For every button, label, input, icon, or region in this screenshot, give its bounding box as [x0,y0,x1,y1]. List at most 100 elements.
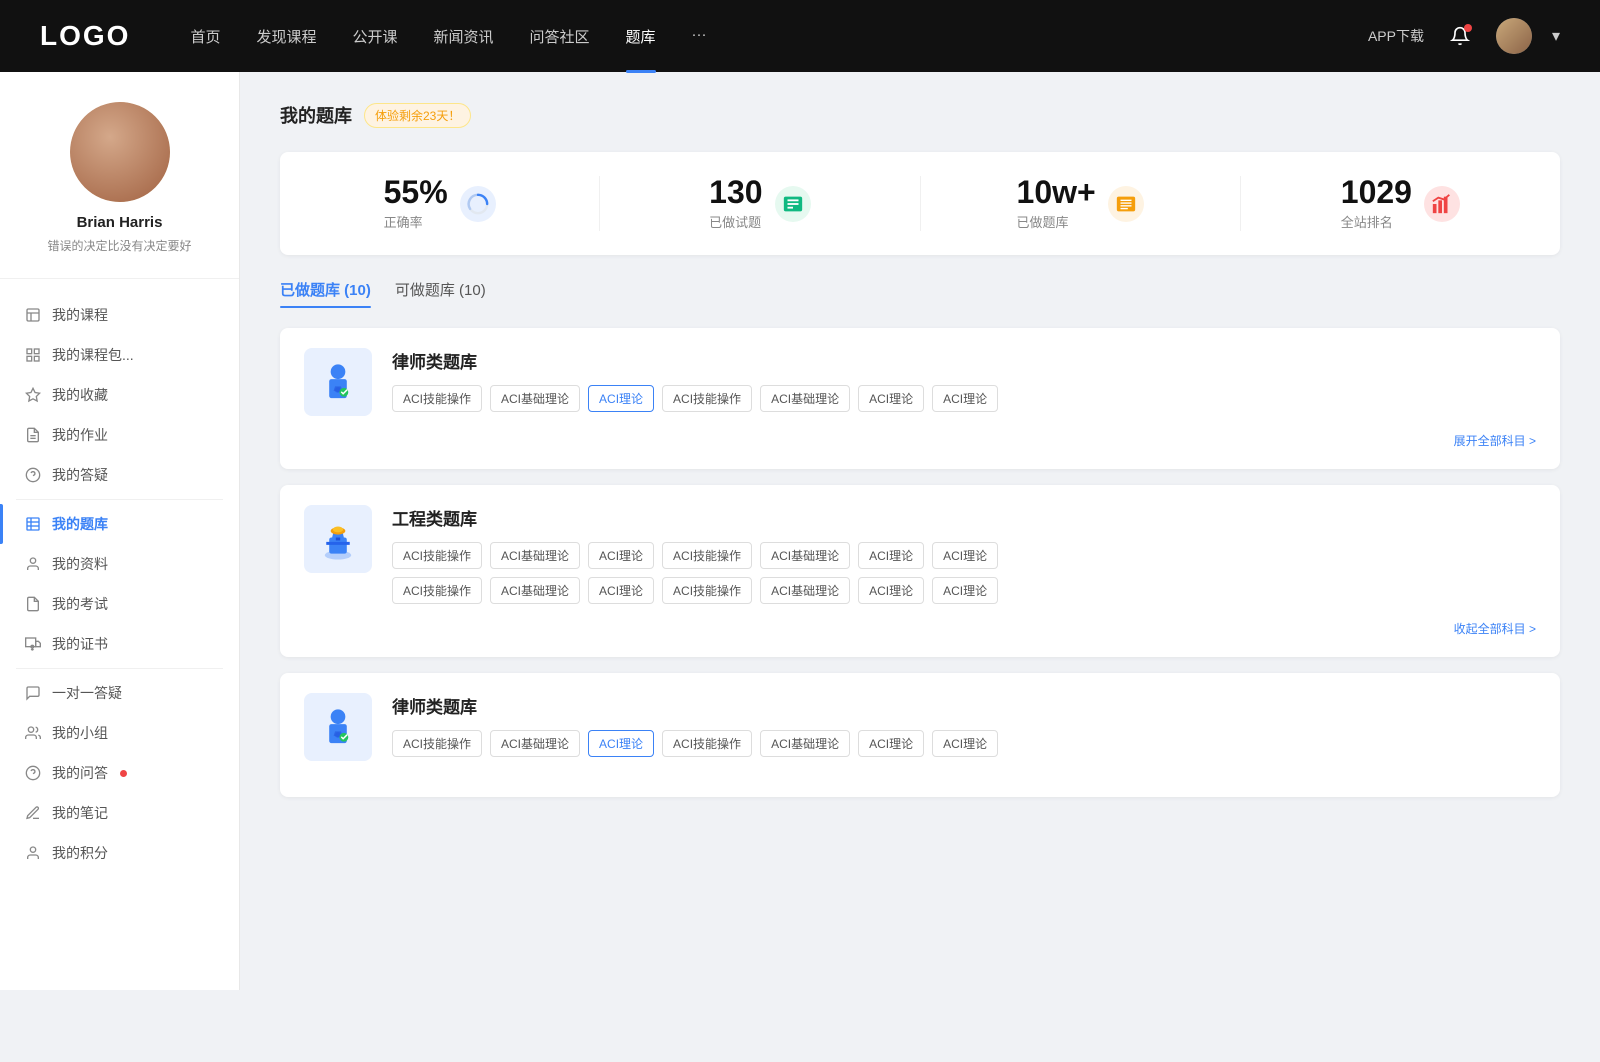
tag-item[interactable]: ACI技能操作 [662,542,752,569]
qa-notification-dot [120,770,127,777]
sidebar-item-notes[interactable]: 我的笔记 [0,793,239,833]
sidebar-divider-2 [16,668,223,669]
sidebar-item-favorites[interactable]: 我的收藏 [0,375,239,415]
question-icon [24,466,42,484]
tag-item[interactable]: ACI理论 [858,730,924,757]
nav-qa[interactable]: 问答社区 [530,26,590,47]
chat-icon [24,684,42,702]
tag-item[interactable]: ACI理论 [932,730,998,757]
tag-item[interactable]: ACI理论 [858,577,924,604]
done-questions-label: 已做试题 [709,212,762,231]
tag-item[interactable]: ACI理论 [588,542,654,569]
engineer-icon [304,505,372,573]
tab-done-banks[interactable]: 已做题库 (10) [280,279,371,308]
collapse-link-1[interactable]: 收起全部科目 > [1454,620,1536,637]
sidebar-label-my-courses: 我的课程 [52,305,108,325]
tag-item[interactable]: ACI基础理论 [760,577,850,604]
notification-bell[interactable] [1444,20,1476,52]
avatar[interactable] [1496,18,1532,54]
course-icon [24,306,42,324]
sidebar-item-certificates[interactable]: 我的证书 [0,624,239,664]
nav-links: 首页 发现课程 公开课 新闻资讯 问答社区 题库 ··· [190,26,1368,47]
sidebar-item-one-on-one[interactable]: 一对一答疑 [0,673,239,713]
nav-home[interactable]: 首页 [190,26,220,47]
tag-item[interactable]: ACI技能操作 [392,577,482,604]
sidebar-user-name: Brian Harris [77,214,163,231]
logo: LOGO [40,20,130,52]
tag-item[interactable]: ACI理论 [932,385,998,412]
tab-bar: 已做题库 (10) 可做题库 (10) [280,279,1560,308]
sidebar-divider-1 [16,499,223,500]
expand-link-1[interactable]: 展开全部科目 > [1454,432,1536,449]
sidebar-item-exams[interactable]: 我的考试 [0,584,239,624]
sidebar-item-course-package[interactable]: 我的课程包... [0,335,239,375]
sidebar-label-certificates: 我的证书 [52,634,108,654]
nav-discover[interactable]: 发现课程 [256,26,316,47]
group-icon [24,724,42,742]
tag-item[interactable]: ACI技能操作 [392,385,482,412]
tag-item[interactable]: ACI基础理论 [760,542,850,569]
tag-item[interactable]: ACI理论 [932,542,998,569]
points-icon [24,844,42,862]
page-title: 我的题库 [280,102,352,128]
done-questions-icon [775,186,811,222]
page-header: 我的题库 体验剩余23天！ [280,102,1560,128]
main-content: 我的题库 体验剩余23天！ 55% 正确率 130 已做试题 [240,72,1600,990]
sidebar-label-question-bank: 我的题库 [52,514,108,534]
sidebar-item-answers[interactable]: 我的答疑 [0,455,239,495]
tag-item[interactable]: ACI理论 [588,577,654,604]
bank-icon [24,515,42,533]
notes-icon [24,804,42,822]
nav-opencourse[interactable]: 公开课 [352,26,397,47]
sidebar-item-question-bank[interactable]: 我的题库 [0,504,239,544]
tag-item[interactable]: ACI技能操作 [662,730,752,757]
page-layout: Brian Harris 错误的决定比没有决定要好 我的课程 我的课程包... [0,72,1600,990]
materials-icon [24,555,42,573]
sidebar-item-points[interactable]: 我的积分 [0,833,239,873]
sidebar-item-homework[interactable]: 我的作业 [0,415,239,455]
tag-item[interactable]: ACI技能操作 [392,730,482,757]
tag-item[interactable]: ACI技能操作 [392,542,482,569]
ranking-number: 1029 [1341,176,1412,208]
tag-item-active[interactable]: ACI理论 [588,385,654,412]
qbank-card-engineer: 工程类题库 ACI技能操作 ACI基础理论 ACI理论 ACI技能操作 ACI基… [280,485,1560,657]
tag-item[interactable]: ACI基础理论 [490,542,580,569]
tag-item[interactable]: ACI理论 [932,577,998,604]
done-banks-icon [1108,186,1144,222]
tag-item[interactable]: ACI理论 [858,385,924,412]
nav-right: APP下载 ▾ [1368,18,1560,54]
app-download-button[interactable]: APP下载 [1368,26,1424,46]
sidebar-label-one-on-one: 一对一答疑 [52,683,122,703]
sidebar: Brian Harris 错误的决定比没有决定要好 我的课程 我的课程包... [0,72,240,990]
sidebar-item-my-qa[interactable]: 我的问答 [0,753,239,793]
stat-done-questions: 130 已做试题 [600,176,920,231]
accuracy-label: 正确率 [384,212,448,231]
tag-item[interactable]: ACI理论 [858,542,924,569]
lawyer-icon-2 [304,693,372,761]
tag-item[interactable]: ACI技能操作 [662,577,752,604]
nav-more[interactable]: ··· [692,26,707,47]
star-icon [24,386,42,404]
nav-question-bank[interactable]: 题库 [626,26,656,47]
tag-item[interactable]: ACI基础理论 [760,385,850,412]
done-banks-number: 10w+ [1017,176,1096,208]
sidebar-label-exams: 我的考试 [52,594,108,614]
nav-news[interactable]: 新闻资讯 [434,26,494,47]
tag-item[interactable]: ACI基础理论 [760,730,850,757]
tag-item[interactable]: ACI技能操作 [662,385,752,412]
avatar-chevron-icon[interactable]: ▾ [1552,26,1560,46]
tag-item[interactable]: ACI基础理论 [490,730,580,757]
sidebar-item-groups[interactable]: 我的小组 [0,713,239,753]
qbank-tags-lawyer-2: ACI技能操作 ACI基础理论 ACI理论 ACI技能操作 ACI基础理论 AC… [392,730,1536,757]
tag-item[interactable]: ACI基础理论 [490,385,580,412]
sidebar-label-favorites: 我的收藏 [52,385,108,405]
tag-item[interactable]: ACI基础理论 [490,577,580,604]
sidebar-label-points: 我的积分 [52,843,108,863]
tag-item-active[interactable]: ACI理论 [588,730,654,757]
tab-available-banks[interactable]: 可做题库 (10) [395,279,486,308]
ranking-label: 全站排名 [1341,212,1412,231]
sidebar-item-my-courses[interactable]: 我的课程 [0,295,239,335]
sidebar-label-materials: 我的资料 [52,554,108,574]
sidebar-item-materials[interactable]: 我的资料 [0,544,239,584]
trial-badge: 体验剩余23天！ [364,103,471,128]
